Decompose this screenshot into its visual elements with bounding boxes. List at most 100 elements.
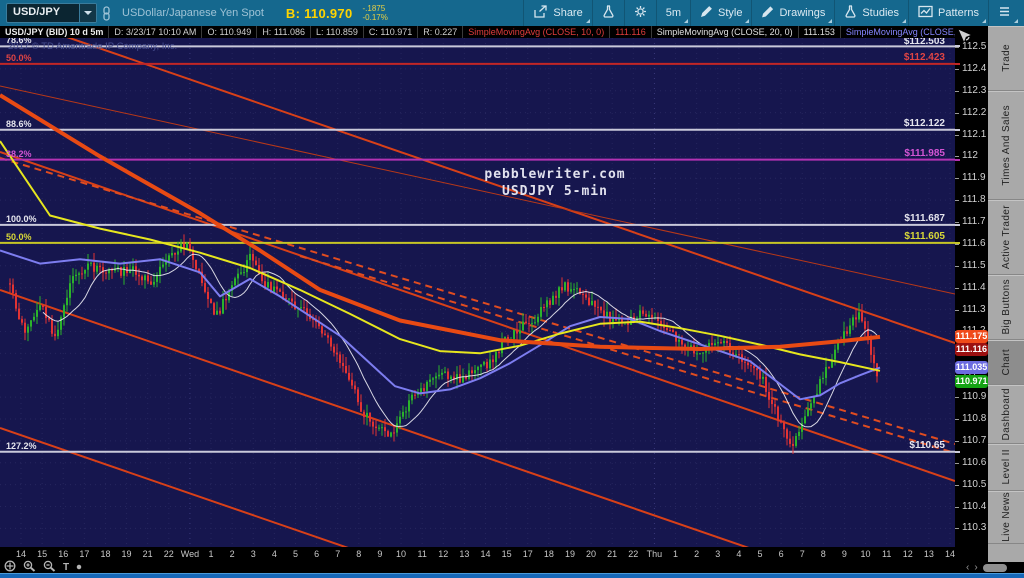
price-tick-label: 112 <box>962 150 978 162</box>
text-tool-icon: T <box>63 562 70 573</box>
fib-price-label: $112.503 <box>903 38 945 47</box>
fib-level-label: 88.6% <box>6 118 32 129</box>
sidebar-tab-trade[interactable]: Trade <box>988 26 1024 91</box>
scrollbar-thumb[interactable] <box>982 563 1007 572</box>
scroll-left-icon[interactable]: ‹ <box>966 562 969 573</box>
price-tick-label: 112.1 <box>962 128 987 140</box>
trading-platform-window: USD/JPY USDollar/Japanese Yen Spot B: 11… <box>0 0 1024 578</box>
price-tick-label: 111.9 <box>962 172 986 184</box>
sidebar-tab-label: Active Trader <box>1000 204 1012 270</box>
price-tick-label: 111.8 <box>962 194 986 206</box>
settings-button[interactable] <box>623 0 656 26</box>
price-axis[interactable]: 112.5 112.4 112.3 112.2 112.1 112 111.9 111.8 11… <box>955 26 988 562</box>
symbol-selector[interactable]: USD/JPY <box>6 3 97 23</box>
drawings-button[interactable]: Drawings <box>751 0 834 26</box>
button-label: 5m <box>665 7 681 19</box>
price-tick-label: 110.3 <box>962 522 987 534</box>
fib-level-label: 127.2% <box>6 440 37 451</box>
sidebar-tab-live-news[interactable]: Live News <box>988 491 1024 544</box>
text-tool[interactable]: T <box>63 562 69 573</box>
price-tick-mark <box>955 287 959 289</box>
price-tick-label: 112.4 <box>962 62 987 74</box>
price-tick-mark <box>955 178 959 180</box>
fib-price-label: $110.65 <box>909 439 945 451</box>
header-segment: L: 110.859 <box>311 26 364 38</box>
price-tick-label: 110.4 <box>962 500 987 512</box>
menu-button[interactable] <box>988 0 1020 26</box>
price-tick-mark <box>955 309 959 311</box>
level-axis-mark <box>955 128 960 131</box>
watermark-line2: USDJPY 5-min <box>502 184 608 199</box>
fib-level-label: 50.0% <box>6 52 32 63</box>
sidebar-tab-dashboard[interactable]: Dashboard <box>988 385 1024 444</box>
price-tick-mark <box>955 112 959 114</box>
price-tick-mark <box>955 156 959 158</box>
ondemand-button[interactable] <box>591 0 624 26</box>
price-tick-mark <box>955 484 959 486</box>
chart-canvas[interactable]: 2017 © TD Ameritrade IP Company, Inc. pe… <box>0 38 955 547</box>
timeframe-button[interactable]: 5m <box>655 0 690 26</box>
price-tick-mark <box>955 200 959 202</box>
gear-icon <box>634 5 647 21</box>
studies-button[interactable]: Studies <box>834 0 908 26</box>
ohlc-header: USD/JPY (BID) 10 d 5m D: 3/23/17 10:10 AM… <box>0 26 955 38</box>
sidebar-tab-chart[interactable]: Chart <box>988 340 1024 385</box>
sidebar-tab-active-trader[interactable]: Active Trader <box>988 200 1024 275</box>
fib-level-label: 78.6% <box>6 38 32 46</box>
auto-scale-icon[interactable] <box>958 29 971 47</box>
price-bubble: 111.116 <box>955 343 988 357</box>
price-tick-mark <box>955 528 959 530</box>
header-segment: SimpleMovingAvg (CLOSE, 20, 0) <box>652 26 799 38</box>
sidebar-tab-label: Chart <box>1000 348 1012 376</box>
sidebar-filler <box>988 544 1024 562</box>
price-tick-mark <box>955 134 959 136</box>
price-tick-label: 110.7 <box>962 434 987 446</box>
share-button[interactable]: Share <box>523 0 591 26</box>
level-axis-mark <box>955 223 960 226</box>
change-value: -.1875 <box>362 4 386 13</box>
chart-tools: T <box>4 560 89 573</box>
sidebar-tab-times-and-sales[interactable]: Times And Sales <box>988 91 1024 200</box>
price-tick-label: 111.7 <box>962 216 986 228</box>
sidebar-tab-label: Trade <box>1000 44 1012 72</box>
price-tick-label: 110.9 <box>962 391 987 403</box>
button-label: Studies <box>862 7 900 19</box>
header-segment: SimpleMovingAvg (CLOSE, 10, 0) <box>463 26 611 38</box>
sidebar-tab-label: Dashboard <box>1000 387 1012 441</box>
button-label: Style <box>718 7 743 19</box>
pencil-icon <box>761 5 774 21</box>
sidebar-tab-label: Live News <box>1000 492 1012 542</box>
scroll-right-icon[interactable]: › <box>974 562 977 573</box>
price-bubble: 111.175 <box>955 330 988 344</box>
level-axis-mark <box>955 62 960 65</box>
drag-handle[interactable] <box>76 562 82 573</box>
top-toolbar: USD/JPY USDollar/Japanese Yen Spot B: 11… <box>0 0 1024 26</box>
copyright-text: 2017 © TD Ameritrade IP Company, Inc. <box>8 41 178 52</box>
change-percent: -0.17% <box>362 13 388 22</box>
header-segment: SimpleMovingAvg (CLOSE, 50,... <box>841 26 955 38</box>
style-button[interactable]: Style <box>690 0 751 26</box>
price-bubble: 111.035 <box>955 361 988 375</box>
sidebar-tab-level-ii[interactable]: Level II <box>988 444 1024 491</box>
time-axis[interactable]: 14 15 16 17 18 19 21 22 Wed 1 2 3 4 5 6 7 8 9 10 11 12 13 14 15… <box>0 547 955 562</box>
right-sidebar-tabs: Trade Times And Sales Active Trader Big But… <box>988 26 1024 562</box>
price-tick-label: 110.5 <box>962 478 987 490</box>
watermark: pebblewriter.com USDJPY 5-min <box>380 166 730 200</box>
fib-price-label: $111.687 <box>904 212 945 224</box>
symbol-description: USDollar/Japanese Yen Spot <box>122 7 264 19</box>
symbol-label: USD/JPY <box>13 6 61 18</box>
level-axis-mark <box>955 241 960 244</box>
button-label: Patterns <box>938 7 979 19</box>
price-bubble: 110.971 <box>955 375 988 389</box>
chevron-down-icon[interactable] <box>79 4 96 22</box>
price-tick-mark <box>955 265 959 267</box>
link-icon[interactable] <box>101 5 112 21</box>
bottom-nav: ‹ › <box>966 562 1007 573</box>
fib-price-label: $111.985 <box>904 147 945 159</box>
header-segment: H: 111.086 <box>257 26 312 38</box>
price-tick-mark <box>955 440 959 442</box>
patterns-button[interactable]: Patterns <box>908 0 988 26</box>
price-tick-mark <box>955 462 959 464</box>
sidebar-tab-big-buttons[interactable]: Big Buttons <box>988 275 1024 340</box>
price-tick-mark <box>955 243 959 245</box>
